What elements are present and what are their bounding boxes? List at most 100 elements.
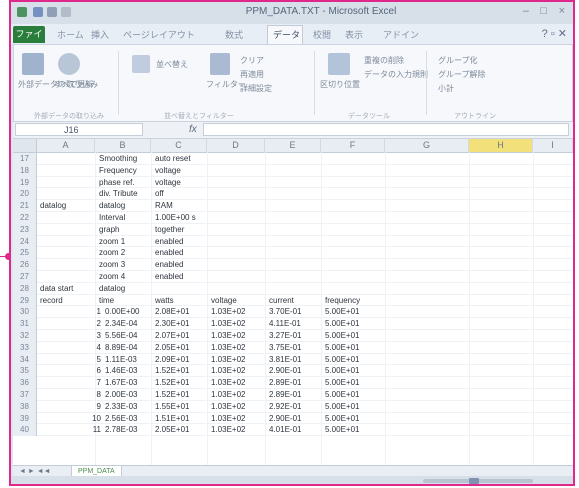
- cell-f[interactable]: 5.00E+01: [325, 401, 359, 413]
- ribbon-item-text-to-columns[interactable]: 区切り位置: [320, 79, 360, 90]
- row-number[interactable]: 17: [13, 153, 37, 165]
- tab-file[interactable]: ファイル: [13, 26, 45, 56]
- cell-c[interactable]: watts: [155, 295, 174, 307]
- row-number[interactable]: 25: [13, 247, 37, 260]
- cell-b-index[interactable]: 9: [73, 401, 101, 413]
- cell-b-index[interactable]: 2: [73, 318, 101, 330]
- cell-b[interactable]: 2.00E-03: [105, 389, 137, 401]
- cell-c[interactable]: enabled: [155, 236, 183, 248]
- row-number[interactable]: 19: [13, 176, 37, 189]
- ribbon-item-sort[interactable]: 並べ替え: [156, 59, 188, 70]
- column-header[interactable]: G: [385, 139, 469, 152]
- sort-icon[interactable]: [132, 55, 150, 73]
- cell-e[interactable]: 2.89E-01: [269, 377, 301, 389]
- cell-b[interactable]: 1.67E-03: [105, 377, 137, 389]
- tab-page-layout[interactable]: ページレイアウト: [123, 28, 195, 42]
- column-header[interactable]: C: [151, 139, 207, 152]
- cell-c[interactable]: 2.30E+01: [155, 318, 189, 330]
- select-all-corner[interactable]: [13, 139, 37, 152]
- save-icon[interactable]: [33, 7, 43, 17]
- text-to-columns-icon[interactable]: [328, 53, 350, 75]
- ribbon-item-remove-duplicates[interactable]: 重複の削除: [364, 55, 404, 66]
- cell-b[interactable]: 1.46E-03: [105, 365, 137, 377]
- row-number[interactable]: 26: [13, 259, 37, 271]
- column-header[interactable]: A: [37, 139, 95, 152]
- cell-e[interactable]: 3.81E-01: [269, 354, 301, 366]
- redo-icon[interactable]: [61, 7, 71, 17]
- row-number[interactable]: 38: [13, 400, 37, 413]
- cell-e[interactable]: 4.11E-01: [269, 318, 301, 330]
- fx-icon[interactable]: fx: [189, 124, 197, 135]
- column-header[interactable]: I: [533, 139, 573, 152]
- column-header[interactable]: B: [95, 139, 151, 152]
- cell-d[interactable]: 1.03E+02: [211, 342, 245, 354]
- tab-view[interactable]: 表示: [345, 28, 363, 42]
- row-number[interactable]: 29: [13, 294, 37, 307]
- cell-c[interactable]: 2.07E+01: [155, 330, 189, 342]
- cell-b[interactable]: 8.89E-04: [105, 342, 137, 354]
- cell-b[interactable]: 2.34E-04: [105, 318, 137, 330]
- cell-f[interactable]: frequency: [325, 295, 360, 307]
- cell-b[interactable]: 5.56E-04: [105, 330, 137, 342]
- cell-a[interactable]: data start: [40, 283, 73, 295]
- row-number[interactable]: 35: [13, 365, 37, 378]
- row-number[interactable]: 24: [13, 235, 37, 248]
- cell-e[interactable]: 3.27E-01: [269, 330, 301, 342]
- ribbon-item-advanced[interactable]: 詳細設定: [240, 83, 272, 94]
- cell-f[interactable]: 5.00E+01: [325, 389, 359, 401]
- cell-f[interactable]: 5.00E+01: [325, 330, 359, 342]
- row-number[interactable]: 21: [13, 200, 37, 212]
- ribbon-item-subtotal[interactable]: 小計: [438, 83, 454, 94]
- cell-b-index[interactable]: 3: [73, 330, 101, 342]
- maximize-button[interactable]: □: [540, 5, 547, 17]
- cell-b[interactable]: div. Tribute: [99, 188, 138, 200]
- cell-a[interactable]: record: [40, 295, 63, 307]
- column-header[interactable]: F: [321, 139, 385, 152]
- cell-b-index[interactable]: 10: [73, 413, 101, 425]
- tab-addins[interactable]: アドイン: [383, 28, 419, 42]
- row-number[interactable]: 31: [13, 318, 37, 330]
- cell-c[interactable]: enabled: [155, 259, 183, 271]
- row-number[interactable]: 30: [13, 306, 37, 319]
- cell-d[interactable]: 1.03E+02: [211, 354, 245, 366]
- row-number[interactable]: 27: [13, 271, 37, 283]
- row-number[interactable]: 33: [13, 341, 37, 354]
- ribbon-item-ungroup[interactable]: グループ解除: [438, 69, 486, 80]
- cell-e[interactable]: 2.90E-01: [269, 365, 301, 377]
- cell-d[interactable]: 1.03E+02: [211, 424, 245, 436]
- row-number[interactable]: 23: [13, 223, 37, 236]
- cell-f[interactable]: 5.00E+01: [325, 318, 359, 330]
- cell-b-index[interactable]: 11: [73, 424, 101, 436]
- ribbon-item-refresh-all[interactable]: すべて更新: [54, 79, 93, 90]
- cell-b[interactable]: phase ref.: [99, 177, 135, 189]
- cell-c[interactable]: 2.05E+01: [155, 342, 189, 354]
- cell-e[interactable]: 3.70E-01: [269, 306, 301, 318]
- cell-f[interactable]: 5.00E+01: [325, 354, 359, 366]
- cell-c[interactable]: 1.00E+00 s: [155, 212, 196, 224]
- cell-b[interactable]: 2.33E-03: [105, 401, 137, 413]
- cell-c[interactable]: 1.52E+01: [155, 365, 189, 377]
- cell-b[interactable]: time: [99, 295, 114, 307]
- cell-d[interactable]: 1.03E+02: [211, 330, 245, 342]
- cell-f[interactable]: 5.00E+01: [325, 306, 359, 318]
- cell-f[interactable]: 5.00E+01: [325, 365, 359, 377]
- column-header[interactable]: D: [207, 139, 265, 152]
- cell-d[interactable]: voltage: [211, 295, 237, 307]
- ribbon-item-reapply[interactable]: 再適用: [240, 69, 264, 80]
- cell-c[interactable]: 1.52E+01: [155, 377, 189, 389]
- cell-e[interactable]: current: [269, 295, 294, 307]
- cell-c[interactable]: auto reset: [155, 153, 191, 165]
- ribbon-item-clear[interactable]: クリア: [240, 55, 264, 66]
- cell-b[interactable]: 2.56E-03: [105, 413, 137, 425]
- cell-b-index[interactable]: 6: [73, 365, 101, 377]
- cell-b[interactable]: graph: [99, 224, 119, 236]
- cell-c[interactable]: 2.08E+01: [155, 306, 189, 318]
- row-number[interactable]: 34: [13, 353, 37, 366]
- spreadsheet-grid[interactable]: A B C D E F G H I 17 Smoothing auto reset 1…: [13, 139, 573, 465]
- cell-b-index[interactable]: 1: [73, 306, 101, 318]
- row-number[interactable]: 18: [13, 164, 37, 177]
- cell-b-index[interactable]: 4: [73, 342, 101, 354]
- cell-c[interactable]: enabled: [155, 247, 183, 259]
- cell-b[interactable]: datalog: [99, 200, 125, 212]
- row-number[interactable]: 20: [13, 188, 37, 201]
